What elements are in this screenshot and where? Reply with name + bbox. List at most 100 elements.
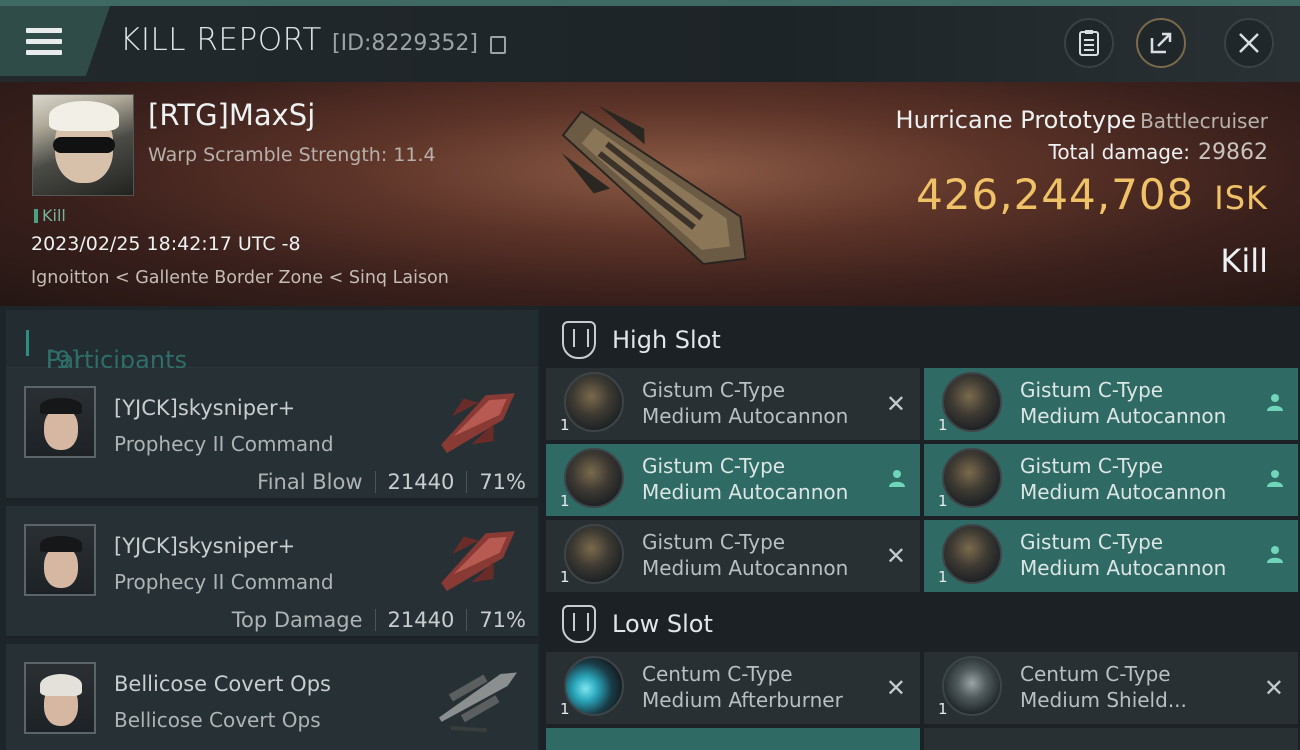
module-item[interactable]: 1 Centum C-Type Medium Afterburner ✕ <box>546 652 920 724</box>
participant-ship-image <box>441 531 515 592</box>
module-type: Medium Autocannon <box>1020 480 1227 504</box>
victim-ship-image[interactable] <box>530 88 780 288</box>
module-quantity: 1 <box>560 416 570 434</box>
module-name: Gistum C-Type <box>1020 378 1164 402</box>
high-slot-icon <box>562 321 596 359</box>
module-item[interactable] <box>924 728 1298 750</box>
isk-unit: ISK <box>1214 179 1268 217</box>
low-slot-icon <box>562 605 596 643</box>
module-type: Medium Shield... <box>1020 688 1187 712</box>
victim-ship-class: Battlecruiser <box>1140 109 1268 133</box>
high-slot-header: High Slot <box>544 308 1300 372</box>
module-item[interactable] <box>546 728 920 750</box>
module-quantity: 1 <box>938 700 948 718</box>
total-damage: Total damage: 29862 <box>1048 140 1269 165</box>
victim-name[interactable]: [RTG]MaxSj <box>148 98 315 132</box>
module-name: Centum C-Type <box>1020 662 1171 686</box>
dropped-person-icon <box>1267 394 1283 411</box>
module-name: Gistum C-Type <box>642 454 786 478</box>
participant-name: [YJCK]skysniper+ <box>114 534 296 558</box>
destroyed-icon: ✕ <box>1263 674 1284 702</box>
participant-name: Bellicose Covert Ops <box>114 672 331 696</box>
clipboard-button[interactable] <box>1064 18 1114 68</box>
module-quantity: 1 <box>560 700 570 718</box>
autocannon-icon <box>942 372 1002 432</box>
module-item[interactable]: 1 Gistum C-Type Medium Autocannon <box>924 444 1298 516</box>
header-bar: KILL REPORT [ID:8229352] <box>0 0 1300 82</box>
close-icon <box>1239 33 1259 53</box>
result-label: Kill <box>1220 242 1268 280</box>
module-quantity: 1 <box>938 492 948 510</box>
avatar <box>24 662 96 734</box>
victim-ship-name[interactable]: Hurricane Prototype Battlecruiser <box>896 106 1268 134</box>
share-icon <box>1150 32 1172 54</box>
menu-icon <box>26 28 62 58</box>
participant-damage: 21440 <box>387 470 455 494</box>
module-quantity: 1 <box>938 416 948 434</box>
module-type: Medium Autocannon <box>642 556 849 580</box>
close-button[interactable] <box>1224 18 1274 68</box>
module-type: Medium Autocannon <box>1020 404 1227 428</box>
participant-ship-image <box>441 393 515 454</box>
module-item[interactable]: 1 Gistum C-Type Medium Autocannon <box>546 444 920 516</box>
participant-stats: Final Blow 21440 71% <box>257 470 526 494</box>
module-name: Gistum C-Type <box>642 378 786 402</box>
header-accent-line <box>0 0 1300 6</box>
report-id: [ID:8229352] <box>332 31 478 56</box>
module-type: Medium Afterburner <box>642 688 843 712</box>
fitting-panel: High Slot 1 Gistum C-Type Medium Autocan… <box>544 306 1300 750</box>
clipboard-icon <box>1079 30 1099 56</box>
participant-role: Top Damage <box>231 608 363 632</box>
module-name: Centum C-Type <box>642 662 793 686</box>
page-title: KILL REPORT <box>120 22 322 58</box>
participant-name: [YJCK]skysniper+ <box>114 396 296 420</box>
autocannon-icon <box>942 448 1002 508</box>
participant-ship: Prophecy II Command <box>114 570 334 594</box>
autocannon-icon <box>564 448 624 508</box>
low-slot-title: Low Slot <box>612 610 713 638</box>
module-type: Medium Autocannon <box>642 480 849 504</box>
destroyed-icon: ✕ <box>885 542 906 570</box>
module-item[interactable]: 1 Gistum C-Type Medium Autocannon <box>924 368 1298 440</box>
low-slot-header: Low Slot <box>544 592 1300 656</box>
kill-tag: Kill <box>34 206 66 225</box>
dropped-person-icon <box>1267 470 1283 487</box>
afterburner-icon <box>564 656 624 716</box>
participant-percent: 71% <box>479 470 526 494</box>
participant-card[interactable]: Bellicose Covert Ops Bellicose Covert Op… <box>6 644 538 750</box>
menu-button[interactable] <box>0 6 110 76</box>
module-item[interactable]: 1 Gistum C-Type Medium Autocannon <box>924 520 1298 592</box>
participants-header[interactable]: Participants [9] <box>6 310 538 374</box>
module-quantity: 1 <box>560 568 570 586</box>
participant-card[interactable]: [YJCK]skysniper+ Prophecy II Command Top… <box>6 506 538 638</box>
warp-scramble-strength: Warp Scramble Strength: 11.4 <box>148 144 436 166</box>
copy-icon[interactable] <box>490 36 506 54</box>
participant-ship: Bellicose Covert Ops <box>114 708 321 732</box>
share-button[interactable] <box>1136 18 1186 68</box>
participant-role: Final Blow <box>257 470 363 494</box>
victim-banner: [RTG]MaxSj Warp Scramble Strength: 11.4 … <box>0 82 1300 306</box>
module-item[interactable]: 1 Gistum C-Type Medium Autocannon ✕ <box>546 368 920 440</box>
participant-percent: 71% <box>479 608 526 632</box>
dropped-person-icon <box>889 470 905 487</box>
participant-damage: 21440 <box>387 608 455 632</box>
autocannon-icon <box>564 524 624 584</box>
shield-module-icon <box>942 656 1002 716</box>
participants-panel: Participants [9] [YJCK]skysniper+ Prophe… <box>0 306 540 750</box>
module-item[interactable]: 1 Centum C-Type Medium Shield... ✕ <box>924 652 1298 724</box>
victim-portrait[interactable] <box>32 94 134 196</box>
module-type: Medium Autocannon <box>642 404 849 428</box>
kill-report-screen: KILL REPORT [ID:8229352] [RTG]MaxSj Warp… <box>0 0 1300 750</box>
high-slot-title: High Slot <box>612 326 721 354</box>
module-name: Gistum C-Type <box>1020 530 1164 554</box>
participant-stats: Top Damage 21440 71% <box>232 608 526 632</box>
module-item[interactable]: 1 Gistum C-Type Medium Autocannon ✕ <box>546 520 920 592</box>
module-name: Gistum C-Type <box>642 530 786 554</box>
module-name: Gistum C-Type <box>1020 454 1164 478</box>
isk-value: 426,244,708 ISK <box>916 170 1268 219</box>
participant-ship-image <box>439 672 517 733</box>
kill-location[interactable]: Ignoitton < Gallente Border Zone < Sinq … <box>31 268 449 288</box>
participant-card[interactable]: [YJCK]skysniper+ Prophecy II Command Fin… <box>6 368 538 500</box>
kill-datetime: 2023/02/25 18:42:17 UTC -8 <box>31 233 301 255</box>
avatar <box>24 386 96 458</box>
